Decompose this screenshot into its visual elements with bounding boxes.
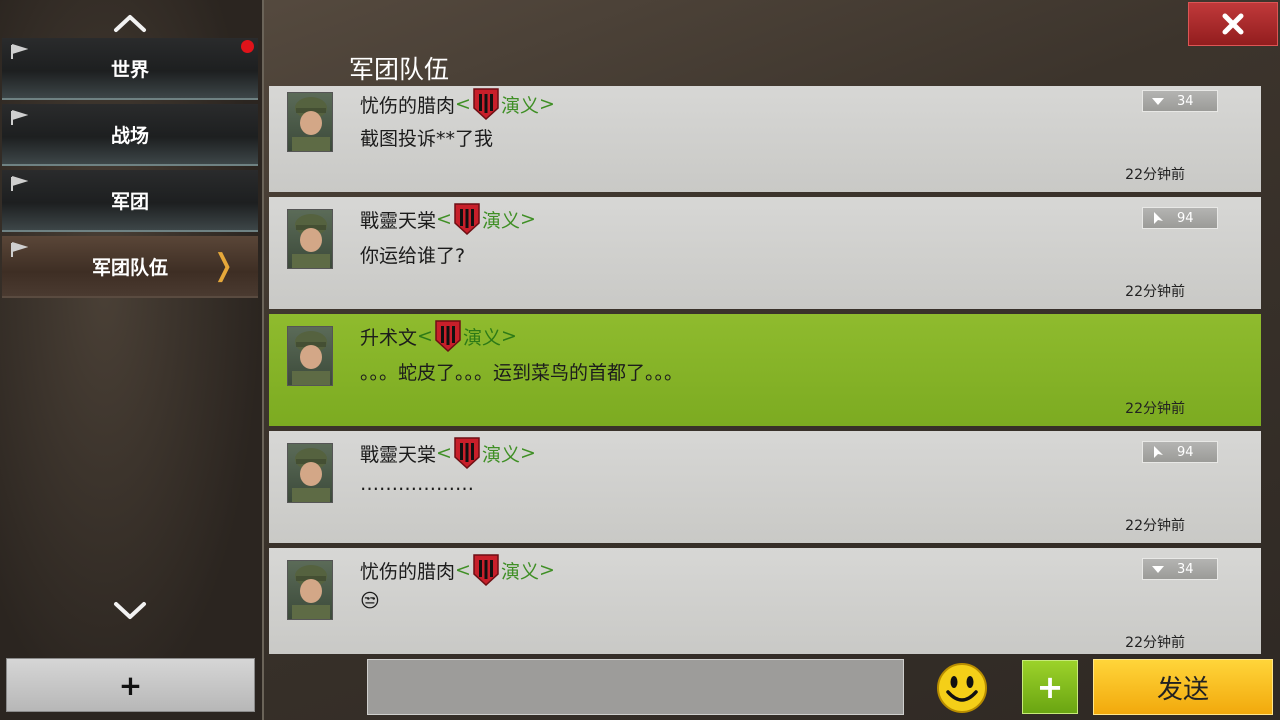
arrow-rank-icon	[1154, 446, 1163, 458]
message-text: 。。。蛇皮了。。。运到菜鸟的首都了。。。	[360, 362, 684, 384]
message-text: ………………	[360, 473, 474, 495]
arrow-rank-icon	[1154, 212, 1163, 224]
message-header: 戰靈天棠 < 演义 >	[360, 203, 536, 235]
message-emoji: 😒	[360, 590, 380, 612]
chat-message: 戰靈天棠 < 演义 > ……………… 94 22分钟前	[269, 431, 1261, 543]
sender-name[interactable]: 忧伤的腊肉	[360, 557, 455, 584]
legion-shield-icon	[473, 554, 499, 586]
legion-name: 演义	[462, 326, 501, 349]
rank-badge: 34	[1142, 558, 1218, 580]
sender-name[interactable]: 戰靈天棠	[360, 440, 436, 467]
chevron-up-icon	[114, 15, 146, 32]
emoji-button[interactable]	[936, 662, 988, 714]
legion-shield-icon	[435, 320, 461, 352]
legion-shield-icon	[454, 203, 480, 235]
sidebar-item-label: 军团队伍	[91, 256, 168, 279]
sidebar-item-world[interactable]: 世界	[2, 38, 258, 100]
sender-name[interactable]: 升术文	[360, 323, 417, 350]
avatar[interactable]	[287, 560, 333, 620]
down-chevron-rank-icon	[1152, 98, 1164, 105]
message-time: 22分钟前	[1125, 167, 1185, 183]
chat-message: 戰靈天棠 < 演义 > 你运给谁了? 94 22分钟前	[269, 197, 1261, 309]
flag-icon	[11, 110, 28, 125]
message-time: 22分钟前	[1125, 401, 1185, 417]
add-channel-button[interactable]: +	[6, 658, 255, 712]
sender-name[interactable]: 忧伤的腊肉	[360, 91, 455, 118]
message-text: 截图投诉**了我	[360, 128, 494, 150]
rank-value: 34	[1177, 561, 1194, 577]
avatar[interactable]	[287, 92, 333, 152]
chevron-right-icon: ❭	[210, 248, 236, 283]
close-button[interactable]	[1188, 2, 1278, 46]
legion-name: 演义	[500, 560, 539, 583]
scroll-down-button[interactable]	[110, 596, 150, 626]
sidebar-item-battlefield[interactable]: 战场	[2, 104, 258, 166]
rank-badge: 34	[1142, 90, 1218, 112]
soldier-avatar-icon	[292, 448, 330, 502]
message-time: 22分钟前	[1125, 635, 1185, 651]
chat-message: 忧伤的腊肉 < 演义 > 😒 34 22分钟前	[269, 548, 1261, 654]
legion-name: 演义	[481, 209, 520, 232]
sidebar-item-label: 战场	[110, 124, 149, 147]
sidebar-item-label: 世界	[110, 58, 149, 81]
flag-icon	[11, 44, 28, 59]
chat-message-highlighted: 升术文 < 演义 > 。。。蛇皮了。。。运到菜鸟的首都了。。。 22分钟前	[269, 314, 1261, 426]
legion-shield-icon	[473, 88, 499, 120]
rank-badge: 94	[1142, 441, 1218, 463]
legion-name: 演义	[481, 443, 520, 466]
message-time: 22分钟前	[1125, 284, 1185, 300]
message-text: 你运给谁了?	[360, 245, 466, 267]
avatar[interactable]	[287, 443, 333, 503]
page-title: 军团队伍	[349, 55, 450, 84]
sender-name[interactable]: 戰靈天棠	[360, 206, 436, 233]
rank-value: 94	[1177, 444, 1194, 460]
channel-sidebar: 世界 战场 军团 军团队伍 ❭ +	[0, 0, 264, 720]
message-header: 升术文 < 演义 >	[360, 320, 517, 352]
rank-badge: 94	[1142, 207, 1218, 229]
chevron-down-icon	[114, 602, 146, 619]
avatar[interactable]	[287, 209, 333, 269]
soldier-avatar-icon	[292, 214, 330, 268]
message-header: 忧伤的腊肉 < 演义 >	[360, 554, 555, 586]
smiley-icon	[937, 663, 987, 713]
notification-dot	[241, 40, 254, 53]
soldier-avatar-icon	[292, 97, 330, 151]
legion-shield-icon	[454, 437, 480, 469]
sidebar-item-legion-team[interactable]: 军团队伍 ❭	[2, 236, 258, 298]
flag-icon	[11, 176, 28, 191]
rank-value: 94	[1177, 210, 1194, 226]
rank-value: 34	[1177, 93, 1194, 109]
sidebar-item-legion[interactable]: 军团	[2, 170, 258, 232]
down-chevron-rank-icon	[1152, 566, 1164, 573]
avatar[interactable]	[287, 326, 333, 386]
legion-name: 演义	[500, 94, 539, 117]
flag-icon	[11, 242, 28, 257]
message-time: 22分钟前	[1125, 518, 1185, 534]
close-icon	[1222, 13, 1244, 35]
soldier-avatar-icon	[292, 331, 330, 385]
chat-message: 忧伤的腊肉 < 演义 > 截图投诉**了我 34 22分钟前	[269, 86, 1261, 192]
scroll-up-button[interactable]	[110, 8, 150, 38]
sidebar-item-label: 军团	[110, 190, 149, 213]
chat-input[interactable]	[367, 659, 904, 715]
message-header: 忧伤的腊肉 < 演义 >	[360, 88, 555, 120]
attach-plus-button[interactable]: +	[1022, 660, 1078, 714]
soldier-avatar-icon	[292, 565, 330, 619]
message-header: 戰靈天棠 < 演义 >	[360, 437, 536, 469]
send-button[interactable]: 发送	[1093, 659, 1273, 715]
